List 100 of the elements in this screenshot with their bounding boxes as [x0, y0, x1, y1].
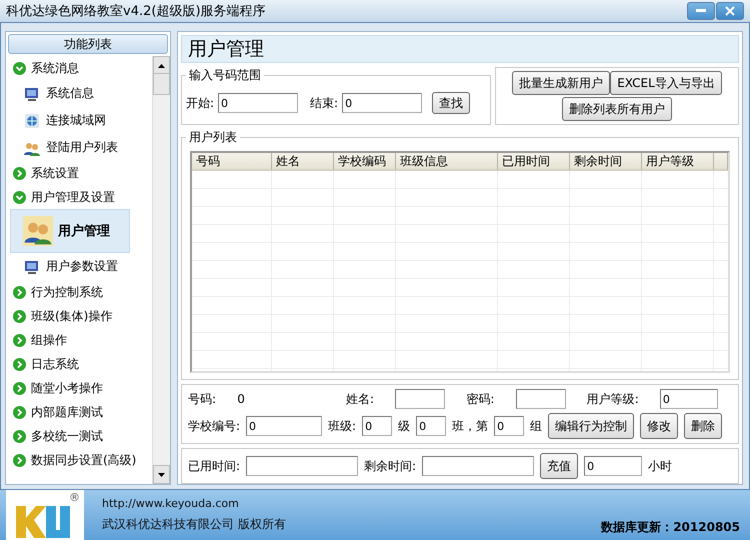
- collapsed-circle-icon: [13, 310, 26, 322]
- column-header[interactable]: 姓名: [272, 153, 334, 171]
- sidebar-item-label: 用户管理: [58, 222, 110, 240]
- expanded-circle-icon: [13, 62, 26, 74]
- sidebar-item[interactable]: 日志系统: [10, 352, 152, 376]
- action-button[interactable]: 批量生成新用户: [512, 71, 610, 95]
- close-button[interactable]: [716, 2, 744, 20]
- column-header[interactable]: 号码: [192, 153, 272, 171]
- sidebar-item[interactable]: 系统设置: [10, 161, 152, 185]
- users-icon: [23, 216, 53, 246]
- action-button[interactable]: 充值: [540, 453, 578, 479]
- minimize-icon: [696, 9, 706, 13]
- sidebar-item-label: 组操作: [31, 332, 67, 348]
- sidebar-item-label: 内部题库测试: [31, 404, 103, 420]
- column-header[interactable]: 班级信息: [396, 153, 498, 171]
- field-label: 密码:: [466, 390, 494, 408]
- field-label: 已用时间:: [188, 458, 240, 474]
- input-field[interactable]: 0: [342, 93, 422, 113]
- registered-mark: ®: [69, 491, 80, 504]
- group-legend: 输入号码范围: [186, 67, 264, 84]
- sidebar-item[interactable]: 随堂小考操作: [10, 376, 152, 400]
- input-field[interactable]: 0: [494, 416, 524, 436]
- globe-icon: [23, 112, 41, 130]
- copyright-text: 武汉科优达科技有限公司 版权所有: [102, 516, 287, 533]
- find-button[interactable]: 查找: [432, 92, 470, 114]
- sidebar-item[interactable]: 班级(集体)操作: [10, 304, 152, 328]
- field-label: 组: [530, 418, 542, 434]
- collapsed-circle-icon: [13, 358, 26, 370]
- input-field[interactable]: 0: [362, 416, 392, 436]
- input-field[interactable]: [395, 389, 446, 409]
- collapsed-circle-icon: [13, 334, 26, 346]
- field-label: 用户等级:: [586, 390, 639, 408]
- column-header[interactable]: 已用时间: [498, 153, 570, 171]
- sidebar-item[interactable]: 用户参数设置: [10, 253, 152, 280]
- sidebar-item-label: 数据同步设置(高级): [31, 452, 136, 468]
- field-label: 剩余时间:: [364, 458, 416, 474]
- column-header[interactable]: 用户等级: [642, 153, 714, 171]
- input-field[interactable]: 0: [660, 389, 718, 409]
- close-icon: [725, 6, 735, 16]
- scrollbar[interactable]: [152, 56, 170, 484]
- group-legend: 用户列表: [186, 129, 240, 146]
- action-button[interactable]: 删除: [684, 413, 722, 439]
- action-button[interactable]: 删除列表所有用户: [562, 97, 672, 121]
- input-field[interactable]: 0: [218, 93, 298, 113]
- collapsed-circle-icon: [13, 454, 26, 466]
- column-header[interactable]: 剩余时间: [570, 153, 642, 171]
- sidebar-item[interactable]: 系统消息: [10, 56, 152, 80]
- input-field[interactable]: 0: [416, 416, 446, 436]
- sidebar-item-label: 用户管理及设置: [31, 188, 115, 206]
- field-label: 姓名:: [346, 390, 374, 408]
- sidebar-item-label: 登陆用户列表: [46, 139, 118, 156]
- input-field[interactable]: 0: [584, 456, 642, 476]
- sidebar-item-label: 连接城域网: [46, 112, 106, 129]
- sidebar-item[interactable]: 系统信息: [10, 80, 152, 107]
- sidebar-item[interactable]: 组操作: [10, 328, 152, 352]
- sidebar-item-label: 系统设置: [31, 164, 79, 182]
- collapsed-circle-icon: [13, 430, 26, 442]
- field-label: 结束:: [310, 94, 338, 112]
- sidebar-item-label: 随堂小考操作: [31, 380, 103, 396]
- sidebar-item[interactable]: 登陆用户列表: [10, 134, 152, 161]
- sidebar-item-label: 多校统一测试: [31, 428, 103, 444]
- input-field[interactable]: [246, 456, 358, 476]
- sidebar-item-label: 用户参数设置: [46, 258, 118, 275]
- sidebar-item[interactable]: 内部题库测试: [10, 400, 152, 424]
- action-button[interactable]: 编辑行为控制: [548, 413, 634, 439]
- field-label: 班级:: [328, 418, 356, 434]
- collapsed-circle-icon: [13, 286, 26, 298]
- action-button[interactable]: 修改: [640, 413, 678, 439]
- scroll-down-icon[interactable]: [153, 465, 170, 484]
- field-label: 号码:: [188, 390, 216, 408]
- collapsed-circle-icon: [13, 382, 26, 394]
- sidebar-item[interactable]: 多校统一测试: [10, 424, 152, 448]
- page-title: 用户管理: [181, 35, 739, 63]
- collapsed-circle-icon: [13, 166, 26, 180]
- field-label: 开始:: [186, 94, 214, 112]
- sidebar-item[interactable]: 行为控制系统: [10, 280, 152, 304]
- field-label: 级: [398, 418, 410, 434]
- field-label: 学校编号:: [188, 418, 240, 434]
- sidebar-item-label: 行为控制系统: [31, 284, 103, 300]
- input-field[interactable]: [422, 456, 534, 476]
- sidebar-item-label: 系统消息: [31, 60, 79, 76]
- website-url: http://www.keyouda.com: [102, 497, 240, 510]
- sidebar-item-label: 系统信息: [46, 85, 94, 102]
- action-button[interactable]: EXCEL导入与导出: [610, 71, 722, 95]
- sidebar-item[interactable]: 连接城域网: [10, 107, 152, 134]
- database-update: 数据库更新：20120805: [601, 519, 740, 536]
- field-label: 班，第: [452, 418, 488, 434]
- sidebar-item-label: 日志系统: [31, 356, 79, 372]
- sidebar-item[interactable]: 数据同步设置(高级): [10, 448, 152, 472]
- input-field[interactable]: 0: [246, 416, 322, 436]
- window-title: 科优达绿色网络教室v4.2(超级版)服务端程序: [6, 3, 266, 20]
- sidebar-title: 功能列表: [8, 34, 168, 54]
- minimize-button[interactable]: [687, 2, 715, 20]
- input-field[interactable]: [516, 389, 566, 409]
- sidebar-item-label: 班级(集体)操作: [31, 308, 112, 324]
- column-header[interactable]: 学校编码: [334, 153, 396, 171]
- sidebar-item[interactable]: 用户管理及设置: [10, 185, 152, 209]
- expanded-circle-icon: [13, 190, 26, 204]
- scroll-thumb[interactable]: [153, 73, 170, 95]
- sidebar-item[interactable]: 用户管理: [10, 209, 130, 253]
